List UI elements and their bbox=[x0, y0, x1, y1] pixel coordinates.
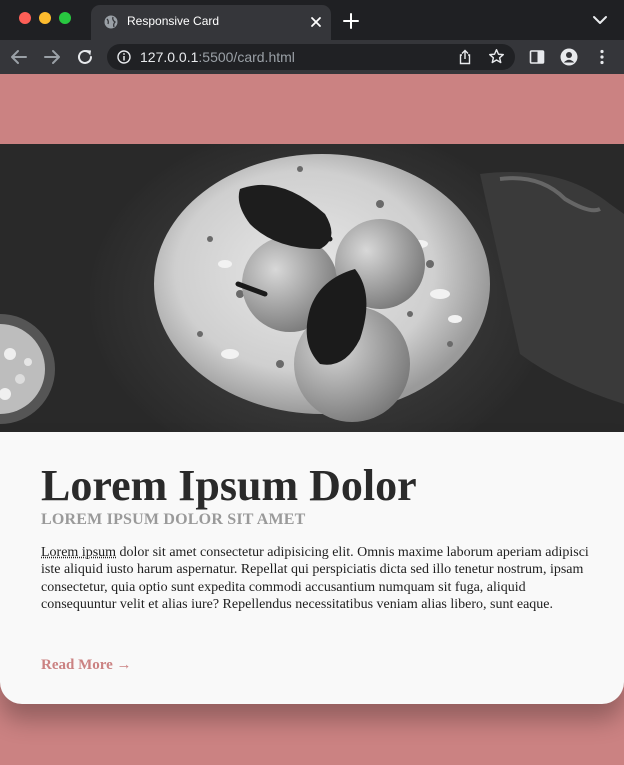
abbreviation: Lorem ipsum bbox=[41, 545, 117, 560]
star-icon[interactable] bbox=[488, 48, 505, 65]
arrow-left-icon[interactable] bbox=[10, 48, 28, 66]
card-subtitle: LOREM IPSUM DOLOR SIT AMET bbox=[41, 511, 306, 528]
arrow-right-icon[interactable] bbox=[43, 48, 61, 66]
card-body-rest: dolor sit amet consectetur adipisicing e… bbox=[41, 545, 589, 612]
card-title: Lorem Ipsum Dolor bbox=[41, 461, 417, 510]
url-host: 127.0.0.1 bbox=[140, 49, 199, 65]
globe-icon bbox=[104, 15, 118, 29]
close-icon[interactable] bbox=[307, 13, 325, 31]
chevron-down-icon[interactable] bbox=[592, 14, 608, 26]
card-body-text: Lorem ipsum dolor sit amet consectetur a… bbox=[41, 544, 589, 613]
side-panel-icon[interactable] bbox=[528, 48, 546, 66]
card: Lorem Ipsum Dolor LOREM IPSUM DOLOR SIT … bbox=[0, 432, 624, 704]
url-path: :5500/card.html bbox=[198, 49, 295, 65]
dessert-illustration bbox=[0, 144, 624, 434]
card-image bbox=[0, 144, 624, 434]
profile-icon[interactable] bbox=[560, 48, 578, 66]
reload-icon[interactable] bbox=[76, 48, 94, 66]
maximize-window-button[interactable] bbox=[59, 12, 71, 24]
more-vert-icon[interactable] bbox=[593, 48, 611, 66]
address-bar[interactable]: 127.0.0.1:5500/card.html bbox=[107, 44, 515, 70]
browser-toolbar: 127.0.0.1:5500/card.html bbox=[0, 40, 624, 74]
close-window-button[interactable] bbox=[19, 12, 31, 24]
tab-active[interactable]: Responsive Card bbox=[91, 5, 331, 40]
share-icon[interactable] bbox=[457, 49, 473, 65]
tab-title: Responsive Card bbox=[127, 14, 220, 28]
read-more-link[interactable]: Read More → bbox=[41, 657, 132, 674]
url-text[interactable]: 127.0.0.1:5500/card.html bbox=[140, 49, 295, 65]
info-icon[interactable] bbox=[117, 50, 131, 64]
minimize-window-button[interactable] bbox=[39, 12, 51, 24]
plus-icon[interactable] bbox=[342, 12, 360, 30]
tab-strip: Responsive Card bbox=[0, 0, 624, 40]
